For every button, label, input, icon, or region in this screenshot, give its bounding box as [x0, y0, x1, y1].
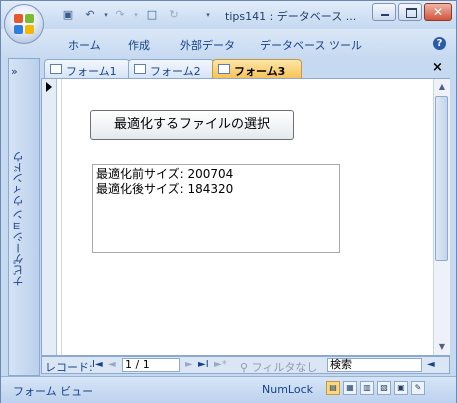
tab-form1-label: フォーム1 [66, 65, 117, 78]
record-label: レコード: [45, 361, 93, 374]
minimize-button[interactable] [372, 3, 396, 21]
window-title: tips141 : データベース ... [225, 10, 357, 23]
navigation-pane-label: ナビゲーション ウィンドウ [11, 151, 31, 331]
redo-icon[interactable]: ↷ [113, 9, 127, 21]
nav-pane-toggle-icon[interactable]: » [11, 65, 18, 78]
undo-dropdown-icon[interactable]: ▾ [99, 9, 113, 21]
filter-icon: ⚲ [240, 361, 249, 374]
record-selector[interactable] [42, 79, 57, 355]
save-icon[interactable]: ▣ [61, 9, 75, 21]
new-icon[interactable]: □ [145, 9, 159, 21]
form-icon [218, 64, 230, 74]
scroll-up-icon[interactable]: ▲ [434, 79, 450, 95]
form-icon [50, 64, 62, 74]
next-record-icon[interactable]: ► [185, 359, 193, 370]
close-document-icon[interactable]: × [432, 60, 443, 75]
refresh-icon[interactable]: ↻ [167, 9, 181, 21]
datasheet-view-icon[interactable]: ▦ [343, 381, 357, 395]
help-icon[interactable]: ? [433, 37, 446, 50]
customize-qat-icon[interactable]: ▾ [201, 9, 215, 21]
navigation-pane-label-text: ナビゲーション ウィンドウ [12, 151, 25, 287]
view-mode-label: フォーム ビュー [13, 385, 94, 398]
minimize-icon [381, 14, 389, 16]
undo-icon[interactable]: ↶ [83, 9, 97, 21]
layout-view-icon[interactable]: ▣ [394, 381, 408, 395]
tab-external-data[interactable]: 外部データ [180, 37, 235, 53]
tab-database-tools[interactable]: データベース ツール [260, 37, 362, 53]
first-record-icon[interactable]: I◄ [92, 359, 103, 370]
tab-home[interactable]: ホーム [68, 37, 101, 53]
title-bar: ▣ ↶ ▾ ↷ ▾ □ ↻ ▾ tips141 : データベース ... ✕ [1, 1, 456, 29]
vertical-scrollbar[interactable]: ▲ ▼ [433, 79, 450, 355]
close-icon: ✕ [432, 5, 444, 19]
office-button[interactable] [4, 4, 44, 44]
current-record-field[interactable]: 1 / 1 [122, 358, 180, 372]
pivot-chart-view-icon[interactable]: ▧ [377, 381, 391, 395]
tab-form2-label: フォーム2 [150, 65, 201, 78]
record-navigation-bar: レコード: I◄ ◄ 1 / 1 ► ►I ►* ⚲ フィルタなし 検索 ◄ [41, 356, 450, 374]
tab-create[interactable]: 作成 [128, 37, 150, 53]
maximize-button[interactable] [398, 3, 422, 21]
scroll-down-icon[interactable]: ▼ [434, 339, 450, 355]
scroll-thumb[interactable] [435, 96, 448, 261]
document-tabs: フォーム1 フォーム2 フォーム3 [41, 58, 450, 78]
current-record-icon [46, 82, 52, 92]
filter-label: フィルタなし [251, 361, 318, 374]
maximize-icon [406, 8, 417, 18]
new-record-icon[interactable]: ►* [214, 359, 227, 370]
office-logo-icon [14, 14, 34, 34]
design-view-icon[interactable]: ✎ [411, 381, 425, 395]
select-file-button[interactable]: 最適化するファイルの選択 [90, 110, 294, 140]
redo-dropdown-icon[interactable]: ▾ [129, 9, 143, 21]
numlock-indicator: NumLock [262, 383, 313, 396]
form-icon [134, 64, 146, 74]
last-record-icon[interactable]: ►I [198, 359, 209, 370]
search-field[interactable]: 検索 [327, 358, 422, 372]
form-view-icon[interactable]: ▤ [326, 381, 340, 395]
result-textbox[interactable]: 最適化前サイズ: 200704 最適化後サイズ: 184320 [92, 164, 340, 253]
tab-form2[interactable]: フォーム2 [128, 59, 214, 78]
status-bar: フォーム ビュー NumLock ▤ ▦ ▥ ▧ ▣ ✎ [1, 376, 456, 403]
access-window: ▣ ↶ ▾ ↷ ▾ □ ↻ ▾ tips141 : データベース ... ✕ ホ… [0, 0, 457, 403]
tab-form1[interactable]: フォーム1 [44, 59, 130, 78]
hscroll-left-icon[interactable]: ◄ [427, 359, 435, 370]
pivot-table-view-icon[interactable]: ▥ [360, 381, 374, 395]
previous-record-icon[interactable]: ◄ [108, 359, 116, 370]
tab-form3-label: フォーム3 [234, 65, 286, 78]
close-button[interactable]: ✕ [424, 3, 452, 21]
filter-status[interactable]: ⚲ フィルタなし [240, 359, 317, 375]
tab-form3[interactable]: フォーム3 [212, 59, 302, 78]
ribbon-tabs: ホーム 作成 外部データ データベース ツール [1, 29, 456, 57]
